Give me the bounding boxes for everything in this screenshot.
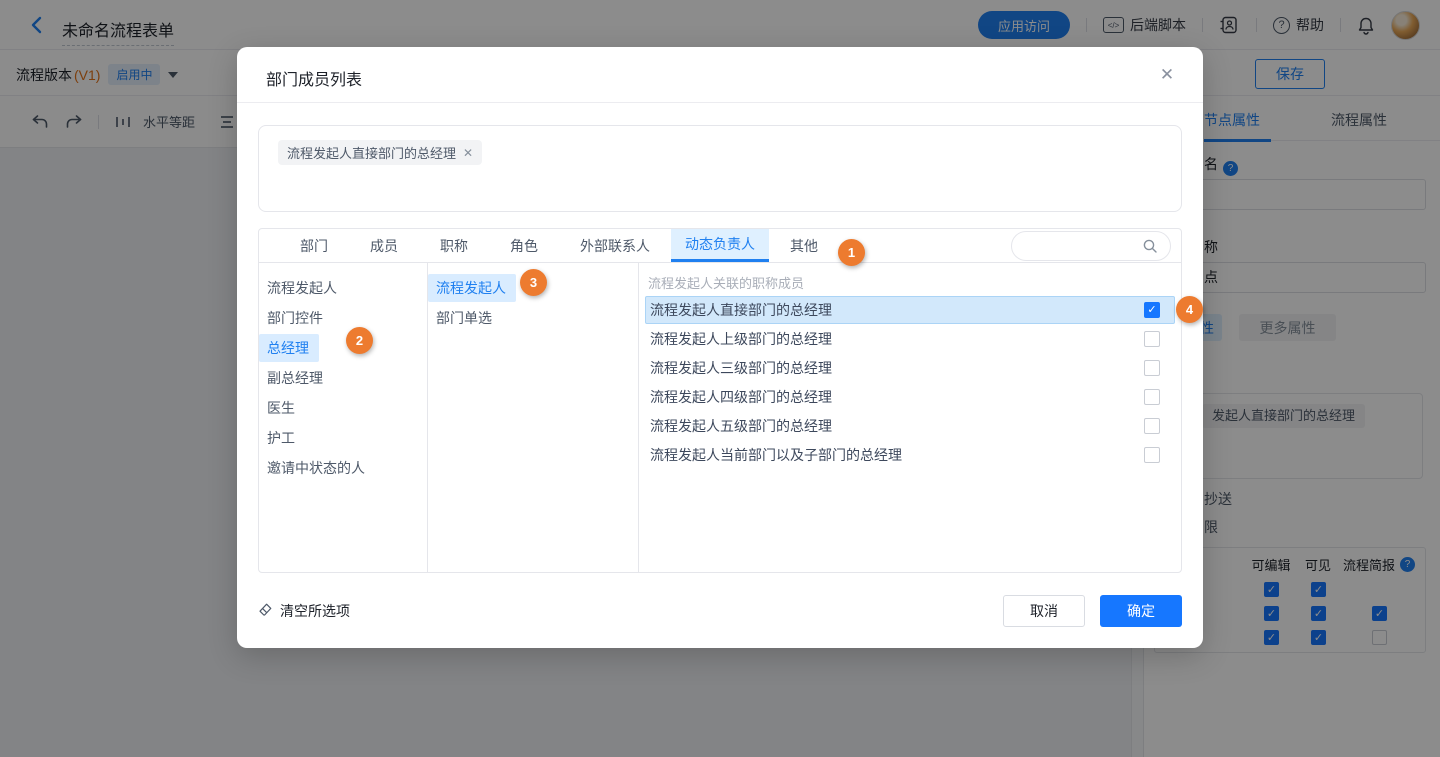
modal-header: 部门成员列表 ✕: [237, 47, 1203, 103]
list-item[interactable]: 副总经理: [259, 363, 427, 393]
option-row[interactable]: 流程发起人四级部门的总经理: [645, 383, 1175, 411]
tab-role[interactable]: 角色: [489, 229, 559, 262]
search-icon: [1142, 238, 1158, 257]
dynamic-owner-option-list: 流程发起人关联的职称成员 流程发起人直接部门的总经理 流程发起人上级部门的总经理…: [639, 263, 1181, 573]
list-item[interactable]: 部门单选: [428, 303, 638, 333]
tag-remove-icon[interactable]: ✕: [463, 146, 473, 160]
dynamic-owner-source-list: 流程发起人 部门单选: [428, 263, 639, 573]
option-row[interactable]: 流程发起人上级部门的总经理: [645, 325, 1175, 353]
tab-jobtitle[interactable]: 职称: [419, 229, 489, 262]
member-picker: 部门 成员 职称 角色 外部联系人 动态负责人 其他 流程发起人 部门控件 总经…: [258, 228, 1182, 573]
step-badge-4: 4: [1176, 296, 1203, 323]
screen: 未命名流程表单 应用访问 </> 后端脚本 ? 帮助 流程版本 (V1) 启用中…: [0, 0, 1440, 757]
cancel-button[interactable]: 取消: [1003, 595, 1085, 627]
step-badge-1: 1: [838, 239, 865, 266]
list-item[interactable]: 医生: [259, 393, 427, 423]
tab-department[interactable]: 部门: [279, 229, 349, 262]
option-list-header: 流程发起人关联的职称成员: [648, 275, 805, 291]
option-row[interactable]: 流程发起人五级部门的总经理: [645, 412, 1175, 440]
step-badge-3: 3: [520, 269, 547, 296]
tab-external-contact[interactable]: 外部联系人: [559, 229, 671, 262]
tab-dynamic-owner[interactable]: 动态负责人: [671, 229, 769, 262]
checkbox-unchecked[interactable]: [1144, 331, 1160, 347]
list-item[interactable]: 护工: [259, 423, 427, 453]
picker-tabs: 部门 成员 职称 角色 外部联系人 动态负责人 其他: [259, 229, 1181, 263]
selected-tag: 流程发起人直接部门的总经理 ✕: [278, 140, 483, 165]
option-row[interactable]: 流程发起人当前部门以及子部门的总经理: [645, 441, 1175, 469]
modal-title: 部门成员列表: [266, 72, 363, 89]
checkbox-unchecked[interactable]: [1144, 389, 1160, 405]
tab-other[interactable]: 其他: [769, 229, 839, 262]
close-icon[interactable]: ✕: [1157, 65, 1177, 85]
department-member-modal: 部门成员列表 ✕ 流程发起人直接部门的总经理 ✕ 部门 成员 职称 角色 外部联…: [237, 47, 1203, 648]
list-item[interactable]: 部门控件: [259, 303, 427, 333]
list-item[interactable]: 邀请中状态的人: [259, 453, 427, 483]
option-row[interactable]: 流程发起人三级部门的总经理: [645, 354, 1175, 382]
search-input[interactable]: [1011, 231, 1171, 261]
selected-members-box: 流程发起人直接部门的总经理 ✕: [258, 125, 1182, 212]
step-badge-2: 2: [346, 327, 373, 354]
list-item[interactable]: 流程发起人: [259, 273, 427, 303]
dynamic-owner-category-list: 流程发起人 部门控件 总经理 副总经理 医生 护工 邀请中状态的人: [259, 263, 428, 573]
checkbox-unchecked[interactable]: [1144, 418, 1160, 434]
list-item-selected[interactable]: 总经理: [259, 333, 427, 363]
checkbox-unchecked[interactable]: [1144, 360, 1160, 376]
checkbox-unchecked[interactable]: [1144, 447, 1160, 463]
modal-footer: 清空所选项 取消 确定: [237, 574, 1203, 648]
option-row-selected[interactable]: 流程发起人直接部门的总经理: [645, 296, 1175, 324]
checkbox-checked[interactable]: [1144, 302, 1160, 318]
clear-selection-button[interactable]: 清空所选项: [258, 601, 350, 621]
eraser-icon: [258, 602, 273, 620]
tab-member[interactable]: 成员: [349, 229, 419, 262]
confirm-button[interactable]: 确定: [1100, 595, 1182, 627]
